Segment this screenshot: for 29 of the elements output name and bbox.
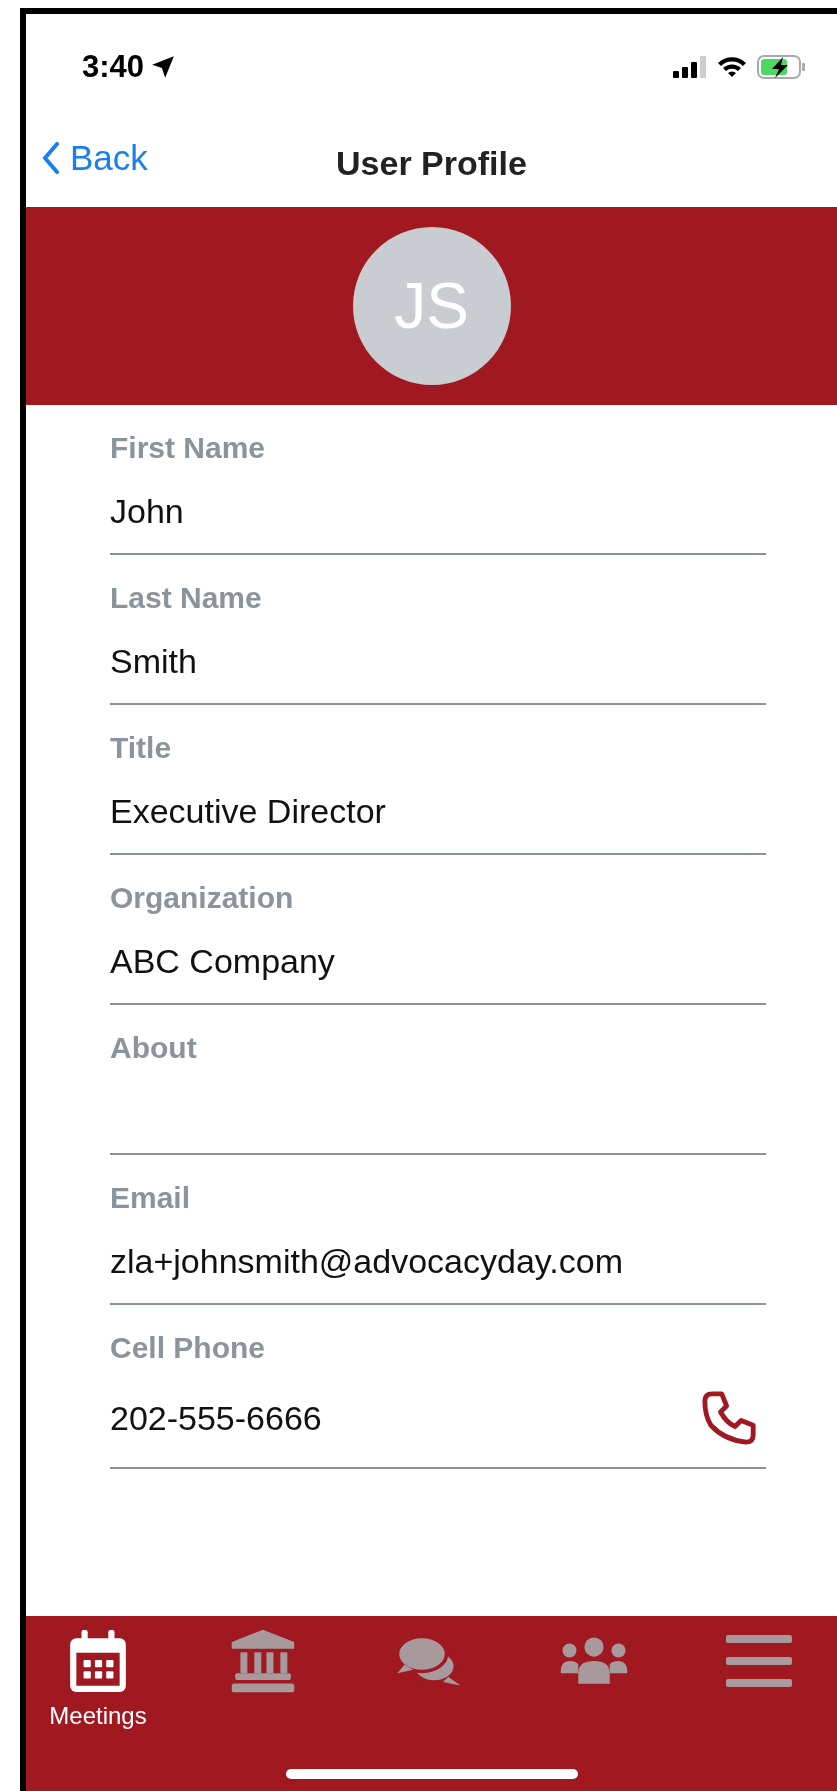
field-value: zla+johnsmith@advocacyday.com xyxy=(110,1241,623,1282)
back-button[interactable]: Back xyxy=(42,138,148,178)
profile-field[interactable]: First Name John xyxy=(110,405,766,555)
page-title: User Profile xyxy=(336,144,527,183)
location-arrow-icon xyxy=(150,54,177,80)
field-label: Cell Phone xyxy=(110,1330,267,1366)
field-value: Executive Director xyxy=(110,791,386,832)
field-value: Smith xyxy=(110,641,197,682)
profile-field[interactable]: Last Name Smith xyxy=(110,555,766,705)
signal-icon xyxy=(673,56,707,78)
field-label: First Name xyxy=(110,430,267,466)
field-value: 202-555-6666 xyxy=(110,1398,322,1439)
field-label: Last Name xyxy=(110,580,263,616)
battery-charging-icon xyxy=(757,55,807,79)
phone-icon[interactable] xyxy=(700,1389,758,1447)
field-label: About xyxy=(110,1030,198,1066)
field-value: John xyxy=(110,491,184,532)
profile-field[interactable]: Organization ABC Company xyxy=(110,855,766,1005)
chevron-left-icon xyxy=(42,142,60,174)
field-label: Organization xyxy=(110,880,295,916)
profile-field[interactable]: Title Executive Director xyxy=(110,705,766,855)
status-time: 3:40 xyxy=(82,49,145,85)
field-label: Title xyxy=(110,730,173,766)
tab-item[interactable]: Meetings xyxy=(48,1628,148,1730)
field-label: Email xyxy=(110,1180,192,1216)
profile-field[interactable]: Cell Phone 202-555-6666 xyxy=(110,1305,766,1469)
wifi-icon xyxy=(717,56,747,78)
profile-field[interactable]: Email zla+johnsmith@advocacyday.com xyxy=(110,1155,766,1305)
field-value: ABC Company xyxy=(110,941,335,982)
